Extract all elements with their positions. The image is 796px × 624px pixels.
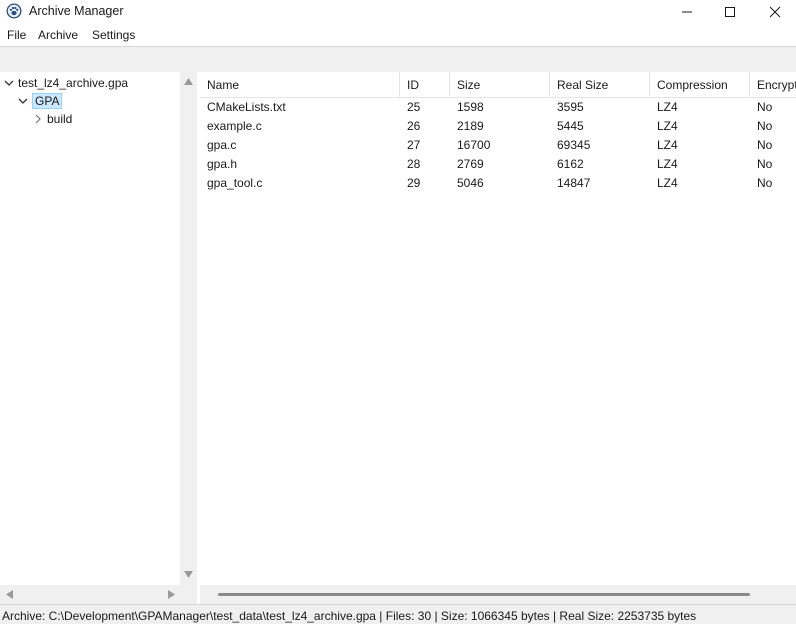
list-horizontal-scrollbar[interactable]	[200, 585, 796, 604]
close-icon	[769, 6, 781, 18]
window-title: Archive Manager	[29, 4, 124, 18]
cell-real-size: 3595	[557, 100, 584, 114]
column-header-encrypted[interactable]: Encrypted	[750, 72, 796, 98]
tree-label-build: build	[47, 112, 73, 126]
cell-name: gpa_tool.c	[207, 176, 263, 190]
tree-horizontal-scrollbar[interactable]	[0, 585, 180, 604]
table-row[interactable]: gpa_tool.c 29 5046 14847 LZ4 No	[200, 174, 796, 193]
column-header-name[interactable]: Name	[200, 72, 400, 98]
table-row[interactable]: CMakeLists.txt 25 1598 3595 LZ4 No	[200, 98, 796, 117]
cell-size: 1598	[457, 100, 484, 114]
scroll-down-icon[interactable]	[184, 571, 193, 578]
cell-size: 2189	[457, 119, 484, 133]
scrollbar-thumb[interactable]	[218, 593, 750, 596]
column-header-size[interactable]: Size	[450, 72, 550, 98]
menu-bar: File Archive Settings	[0, 25, 796, 45]
cell-name: example.c	[207, 119, 262, 133]
chevron-right-icon[interactable]	[32, 113, 44, 125]
tree-node-build[interactable]: build	[32, 110, 72, 128]
menu-settings[interactable]: Settings	[92, 28, 135, 42]
cell-real-size: 5445	[557, 119, 584, 133]
cell-compression: LZ4	[657, 176, 678, 190]
tree-label-root: test_lz4_archive.gpa	[18, 76, 129, 90]
status-bar: Archive: C:\Development\GPAManager\test_…	[0, 604, 796, 624]
maximize-button[interactable]	[707, 0, 753, 24]
cell-compression: LZ4	[657, 119, 678, 133]
tree-node-gpa[interactable]: GPA	[17, 92, 63, 110]
scroll-up-icon[interactable]	[184, 78, 193, 85]
scroll-left-icon[interactable]	[6, 590, 13, 599]
cell-compression: LZ4	[657, 157, 678, 171]
cell-size: 2769	[457, 157, 484, 171]
scroll-right-icon[interactable]	[168, 590, 175, 599]
chevron-down-icon[interactable]	[3, 77, 15, 89]
cell-compression: LZ4	[657, 100, 678, 114]
cell-id: 26	[407, 119, 421, 133]
folder-tree[interactable]: test_lz4_archive.gpa GPA build	[0, 72, 197, 604]
cell-encrypted: No	[757, 176, 773, 190]
cell-size: 5046	[457, 176, 484, 190]
cell-size: 16700	[457, 138, 491, 152]
close-button[interactable]	[752, 0, 796, 24]
paw-icon	[6, 3, 22, 19]
cell-encrypted: No	[757, 119, 773, 133]
cell-name: CMakeLists.txt	[207, 100, 286, 114]
table-row[interactable]: example.c 26 2189 5445 LZ4 No	[200, 117, 796, 136]
file-list[interactable]: Name ID Size Real Size Compression Encry…	[200, 72, 796, 604]
column-header-row: Name ID Size Real Size Compression Encry…	[200, 72, 796, 98]
tree-label-gpa: GPA	[32, 93, 63, 109]
scrollbar-corner	[180, 585, 197, 604]
table-row[interactable]: gpa.h 28 2769 6162 LZ4 No	[200, 155, 796, 174]
cell-name: gpa.h	[207, 157, 238, 171]
cell-id: 28	[407, 157, 421, 171]
menu-file[interactable]: File	[7, 28, 26, 42]
cell-real-size: 6162	[557, 157, 584, 171]
minimize-button[interactable]	[664, 0, 710, 24]
cell-encrypted: No	[757, 100, 773, 114]
maximize-icon	[725, 7, 735, 17]
chevron-down-icon[interactable]	[17, 95, 29, 107]
tree-node-root[interactable]: test_lz4_archive.gpa	[3, 74, 128, 92]
cell-id: 29	[407, 176, 421, 190]
cell-id: 27	[407, 138, 421, 152]
status-text: Archive: C:\Development\GPAManager\test_…	[2, 609, 697, 623]
toolbar	[0, 46, 796, 72]
column-header-id[interactable]: ID	[400, 72, 450, 98]
title-bar[interactable]: Archive Manager	[0, 0, 796, 24]
cell-name: gpa.c	[207, 138, 237, 152]
table-row[interactable]: gpa.c 27 16700 69345 LZ4 No	[200, 136, 796, 155]
cell-compression: LZ4	[657, 138, 678, 152]
cell-real-size: 14847	[557, 176, 591, 190]
cell-encrypted: No	[757, 138, 773, 152]
cell-id: 25	[407, 100, 421, 114]
column-header-real-size[interactable]: Real Size	[550, 72, 650, 98]
cell-real-size: 69345	[557, 138, 591, 152]
cell-encrypted: No	[757, 157, 773, 171]
tree-vertical-scrollbar[interactable]	[180, 72, 197, 585]
column-header-compression[interactable]: Compression	[650, 72, 750, 98]
menu-archive[interactable]: Archive	[38, 28, 78, 42]
minimize-icon	[682, 11, 692, 13]
